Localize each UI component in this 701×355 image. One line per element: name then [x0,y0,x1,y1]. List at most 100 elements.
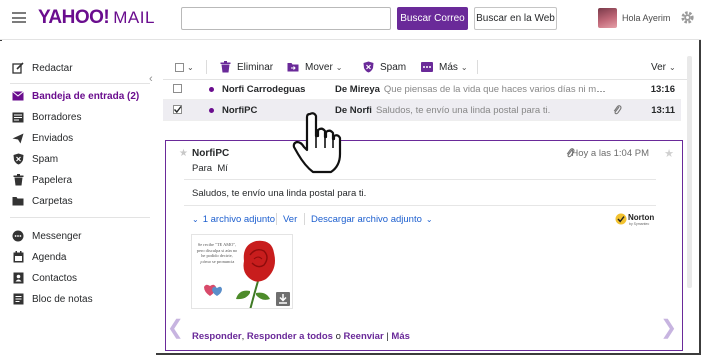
logo-text: YAHOO! [38,7,110,28]
row-checkbox[interactable] [173,84,182,93]
message-time: 13:16 [650,84,675,95]
spam-label: Spam [380,61,407,73]
more-actions-link[interactable]: Más [391,331,409,342]
reply-actions: Responder, Responder a todos o Reenviar … [192,331,410,342]
trash-icon [219,61,231,73]
download-label: Descargar archivo adjunto [311,214,422,225]
move-label: Mover [305,61,333,73]
sidebar-item-folders[interactable]: Carpetas [12,193,73,209]
chevron-down-icon: ⌄ [669,62,676,72]
chat-icon [12,230,24,242]
spam-button[interactable]: Spam [362,59,406,75]
more-button[interactable]: Más ⌄ [421,59,468,75]
sidebar-item-messenger[interactable]: Messenger [12,228,81,244]
search-mail-button[interactable]: Buscar Correo [397,7,468,30]
subject-text: De Mireya [335,84,380,95]
previous-message-icon[interactable]: ❮ [167,315,184,340]
preview-recipient: Para Mí [192,163,228,174]
separator: | [386,331,389,342]
attachment-toggle[interactable]: ⌄ 1 archivo adjunto [192,214,275,225]
top-header: YAHOO! MAIL Buscar Correo Buscar en la We… [0,0,701,40]
forward-link[interactable]: Reenviar [344,331,384,342]
paperclip-icon [613,105,622,115]
chevron-down-icon: ⌄ [187,62,194,72]
move-button[interactable]: Mover ⌄ [287,59,343,75]
shield-icon [362,61,374,73]
norton-check-icon [615,213,627,225]
download-icon[interactable] [276,292,290,306]
sidebar-divider [10,83,150,84]
view-label: Ver [651,61,667,73]
row-checkbox[interactable] [173,105,182,114]
sidebar-item-trash[interactable]: Papelera [12,172,72,188]
sidebar-item-label: Borradores [32,111,82,123]
message-subject: De Norfi Saludos, te envío una linda post… [335,105,610,116]
trash-icon [12,174,24,186]
download-attachment-link[interactable]: Descargar archivo adjunto ⌄ [311,214,433,225]
divider [184,205,656,206]
message-row[interactable]: Norfi Carrodeguas De Mireya Que piensas d… [163,79,681,100]
menu-icon[interactable] [12,12,26,23]
message-subject: De Mireya Que piensas de la vida que hace… [335,84,610,95]
star-icon[interactable]: ★ [179,148,188,159]
or-text: o [335,331,341,342]
sidebar-item-label: Carpetas [32,195,73,207]
sidebar-item-label: Agenda [32,251,67,263]
search-input[interactable] [181,7,391,30]
sidebar-item-label: Spam [32,153,59,165]
gear-icon[interactable] [680,10,695,25]
chevron-down-icon: ⌄ [425,215,433,224]
sidebar-item-drafts[interactable]: Borradores [12,109,81,125]
drafts-icon [12,111,24,123]
sidebar-divider [10,217,150,218]
message-row[interactable]: NorfiPC De Norfi Saludos, te envío una li… [163,100,681,121]
chevron-down-icon: ⌄ [460,62,468,72]
norton-text: Norton [628,213,655,222]
sidebar: Redactar Bandeja de entrada (2) Borrador… [0,41,156,355]
collapse-sidebar-icon[interactable]: ‹ [149,73,153,85]
view-button[interactable]: Ver ⌄ [651,59,676,75]
chevron-down-icon: ⌄ [335,62,343,72]
compose-icon [12,62,24,74]
divider [304,213,305,225]
yahoo-mail-logo[interactable]: YAHOO! MAIL [38,7,155,29]
avatar[interactable] [598,8,617,28]
sidebar-item-calendar[interactable]: Agenda [12,249,66,265]
chevron-down-icon: ⌄ [192,215,199,224]
message-preview: ★ NorfiPC Para Mí Hoy a las 1:04 PM ★ Sa… [165,140,683,351]
scrollbar[interactable] [687,56,692,288]
preview-body: Saludos, te envío una linda postal para … [192,188,367,199]
sidebar-item-spam[interactable]: Spam [12,151,58,167]
preview-sender[interactable]: NorfiPC [192,148,229,159]
compose-button[interactable]: Redactar [12,60,73,76]
delete-label: Eliminar [237,61,274,73]
compose-label: Redactar [32,62,73,74]
preview-time: Hoy a las 1:04 PM [571,148,649,159]
sidebar-item-label: Contactos [32,272,78,284]
delete-button[interactable]: Eliminar [219,59,273,75]
toolbar-divider [206,60,207,74]
user-greeting[interactable]: Hola Ayerim [622,13,670,23]
message-from: Norfi Carrodeguas [222,84,306,95]
sidebar-item-contacts[interactable]: Contactos [12,270,77,286]
reply-all-link[interactable]: Responder a todos [247,331,333,342]
snippet-text: Saludos, te envío una linda postal para … [375,105,551,116]
message-time: 13:11 [651,105,675,116]
sidebar-item-sent[interactable]: Enviados [12,130,73,146]
view-attachment-link[interactable]: Ver [283,214,297,225]
sidebar-item-label: Enviados [32,132,74,144]
folder-icon [12,195,24,207]
attachment-thumbnail[interactable]: Se recibe "TE AMO", pero disculpa si aún… [191,234,293,309]
reply-link[interactable]: Responder [192,331,242,342]
contacts-icon [12,272,24,284]
folder-move-icon [287,61,299,73]
search-web-button[interactable]: Buscar en la Web [474,7,557,30]
next-message-icon[interactable]: ❯ [660,315,677,340]
sidebar-item-notepad[interactable]: Bloc de notas [12,291,93,307]
to-value: Mí [217,163,228,174]
select-all-checkbox[interactable]: ⌄ [175,59,194,75]
unread-dot-icon [209,87,214,92]
sidebar-item-label: Bandeja de entrada (2) [32,90,140,102]
star-icon[interactable]: ★ [664,147,674,160]
sidebar-item-inbox[interactable]: Bandeja de entrada (2) [12,88,139,104]
